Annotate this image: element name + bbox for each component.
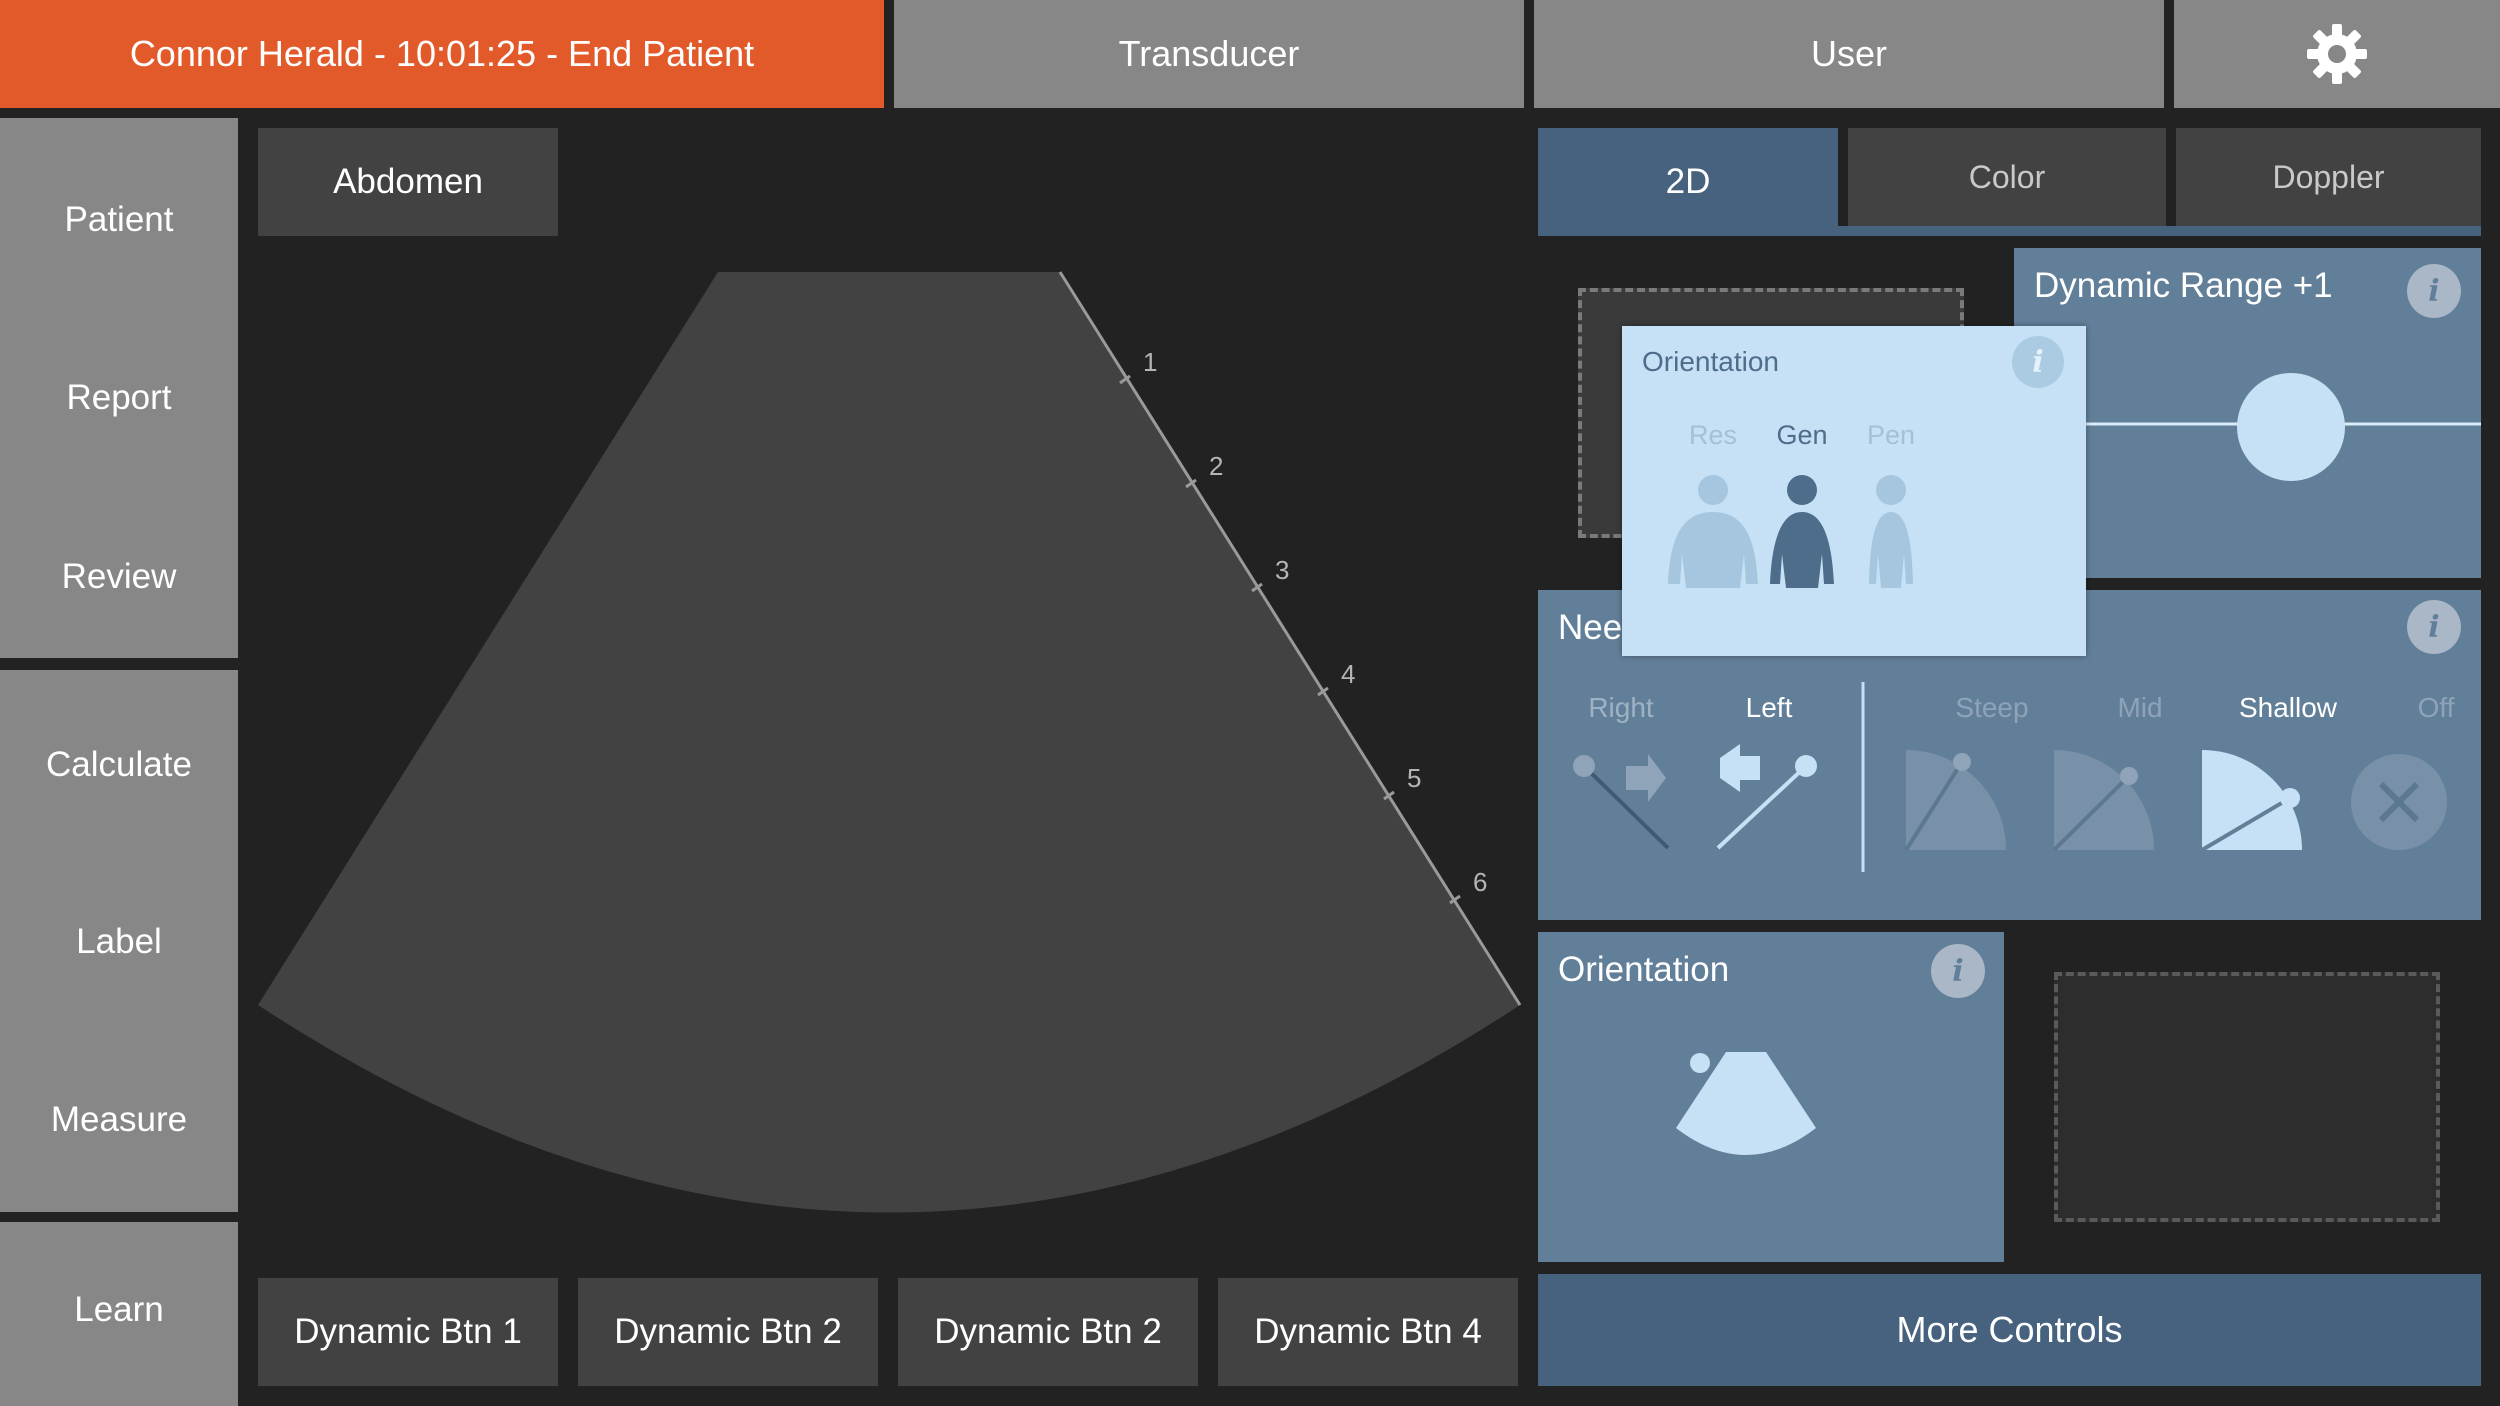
settings-button[interactable] xyxy=(2174,0,2500,108)
depth-tick xyxy=(1251,582,1263,593)
needle-mid-icon[interactable] xyxy=(2052,750,2154,852)
dynamic-button-label: Dynamic Btn 4 xyxy=(1254,1312,1482,1351)
depth-label-3: 3 xyxy=(1275,555,1289,585)
dynamic-button-3[interactable]: Dynamic Btn 2 xyxy=(898,1278,1198,1386)
depth-label-4: 4 xyxy=(1341,659,1355,689)
needle-left-icon[interactable] xyxy=(1716,744,1817,850)
orientation-popup: Orientation i Res Gen Pen xyxy=(1622,326,2086,656)
depth-label-2: 2 xyxy=(1209,451,1223,481)
tab-label: 2D xyxy=(1665,162,1711,201)
dynamic-button-4[interactable]: Dynamic Btn 4 xyxy=(1218,1278,1518,1386)
sidebar-group-tools: Calculate Label Measure xyxy=(0,670,238,1212)
popup-body-options xyxy=(1668,475,1913,588)
orientation-panel[interactable]: Orientation i xyxy=(1538,932,2004,1262)
more-controls-button[interactable]: More Controls xyxy=(1538,1274,2481,1386)
sidebar-item-report[interactable]: Report xyxy=(0,378,238,418)
preset-label: Abdomen xyxy=(333,162,483,201)
dynamic-button-1[interactable]: Dynamic Btn 1 xyxy=(258,1278,558,1386)
sidebar-item-calculate[interactable]: Calculate xyxy=(0,745,238,785)
sidebar-item-patient[interactable]: Patient xyxy=(0,200,238,240)
needle-off-icon[interactable] xyxy=(2351,754,2447,850)
dynamic-button-label: Dynamic Btn 1 xyxy=(294,1312,522,1351)
person-pen-icon[interactable] xyxy=(1869,475,1913,588)
gear-icon xyxy=(2307,24,2367,84)
tab-label: Doppler xyxy=(2272,158,2385,195)
scan-sector xyxy=(258,272,1520,1213)
tab-label: Color xyxy=(1968,158,2046,195)
preset-button[interactable]: Abdomen xyxy=(258,128,558,236)
depth-scale-line xyxy=(1058,271,1522,1006)
tab-2d[interactable]: 2D xyxy=(1538,128,1838,236)
depth-tick xyxy=(1383,790,1395,801)
tab-color[interactable]: Color xyxy=(1848,128,2166,226)
needle-steep-icon[interactable] xyxy=(1904,750,2006,852)
depth-label-5: 5 xyxy=(1407,763,1421,793)
user-label: User xyxy=(1810,33,1887,74)
more-controls-label: More Controls xyxy=(1896,1309,2123,1350)
sidebar-group-patient: Patient Report Review xyxy=(0,118,238,658)
dynamic-button-label: Dynamic Btn 2 xyxy=(934,1312,1162,1351)
depth-tick xyxy=(1449,894,1461,905)
orientation-marker xyxy=(1690,1053,1710,1073)
depth-scale xyxy=(1119,374,1461,905)
sidebar-item-measure[interactable]: Measure xyxy=(0,1100,238,1140)
dynamic-button-label: Dynamic Btn 2 xyxy=(614,1312,842,1351)
patient-session-label: Connor Herald - 10:01:25 - End Patient xyxy=(129,33,755,74)
tab-doppler[interactable]: Doppler xyxy=(2176,128,2481,226)
person-res-icon[interactable] xyxy=(1668,475,1758,588)
person-gen-icon[interactable] xyxy=(1770,475,1834,588)
end-patient-button[interactable]: Connor Herald - 10:01:25 - End Patient xyxy=(0,0,884,108)
sidebar-item-review[interactable]: Review xyxy=(0,557,238,597)
needle-shallow-icon[interactable] xyxy=(2200,750,2302,852)
depth-label-1: 1 xyxy=(1143,347,1157,377)
depth-tick xyxy=(1185,478,1197,489)
transducer-label: Transducer xyxy=(1118,33,1300,74)
depth-label-6: 6 xyxy=(1473,867,1487,897)
orientation-sector-icon xyxy=(1676,1052,1816,1155)
user-button[interactable]: User xyxy=(1534,0,2164,108)
empty-control-slot xyxy=(2054,972,2440,1222)
dynamic-button-2[interactable]: Dynamic Btn 2 xyxy=(578,1278,878,1386)
depth-tick xyxy=(1119,374,1131,385)
sidebar-group-learn: Learn xyxy=(0,1222,238,1406)
sidebar-item-label[interactable]: Label xyxy=(0,922,238,962)
sidebar-item-learn[interactable]: Learn xyxy=(0,1290,238,1330)
slider-thumb xyxy=(2237,373,2345,481)
depth-tick xyxy=(1317,686,1329,697)
transducer-button[interactable]: Transducer xyxy=(894,0,1524,108)
needle-right-icon[interactable] xyxy=(1573,754,1670,850)
